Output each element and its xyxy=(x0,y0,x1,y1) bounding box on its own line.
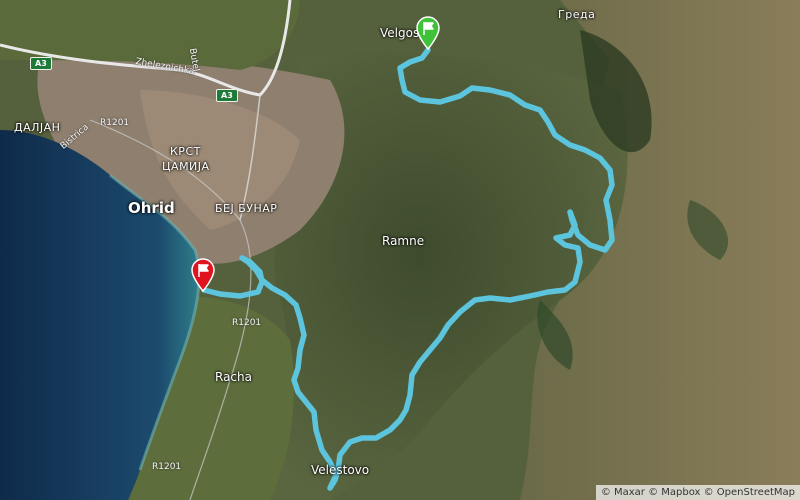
road-shield-a3: A3 xyxy=(30,57,52,70)
place-label-velgosti: Velgos xyxy=(380,26,420,40)
satellite-map[interactable]: Ohrid КРСТ ЦАМИЈА ДАЛЈАН БЕЈ БУНАР Ramne… xyxy=(0,0,800,500)
place-label-velestovo: Velestovo xyxy=(311,463,370,477)
place-label-daljan: ДАЛЈАН xyxy=(14,121,61,134)
place-label-racha: Racha xyxy=(215,370,252,384)
start-flag-icon[interactable] xyxy=(415,16,441,51)
place-label-bej-bunar: БЕЈ БУНАР xyxy=(215,202,278,215)
road-label-r1201: R1201 xyxy=(232,318,262,328)
road-label-r1201: R1201 xyxy=(152,462,182,472)
place-label-cami: ЦАМИЈА xyxy=(162,160,210,173)
place-label-greda: Греда xyxy=(558,8,596,21)
road-shield-a3: A3 xyxy=(216,89,238,102)
map-attribution[interactable]: © Maxar © Mapbox © OpenStreetMap xyxy=(595,485,800,500)
place-label-krst: КРСТ xyxy=(170,145,201,158)
place-label-ramne: Ramne xyxy=(382,234,425,248)
road-label-r1201: R1201 xyxy=(100,118,130,128)
map-imagery xyxy=(0,0,800,500)
place-label-ohrid: Ohrid xyxy=(128,199,175,217)
finish-flag-icon[interactable] xyxy=(190,258,216,293)
